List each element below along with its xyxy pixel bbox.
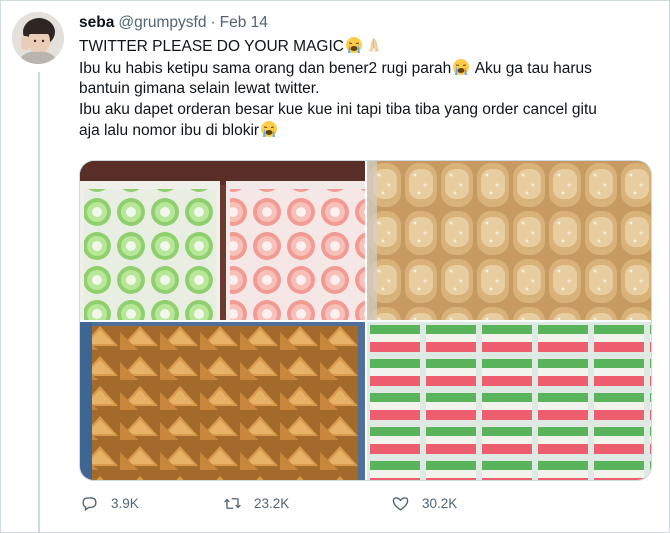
media-grid [79,160,652,481]
separator-dot: · [210,14,216,31]
retweet-icon [224,498,241,509]
sugar-donuts-photo[interactable] [367,161,651,320]
thread-line [38,72,40,533]
retweet-count: 23.2K [254,496,290,511]
layered-kue-lapis-photo[interactable] [367,322,651,480]
tweet-content: seba @grumpysfd · Feb 14 TWITTER PLEASE … [79,13,657,142]
tweet-line-3: bantuin gimana selain lewat twitter. [79,80,320,97]
tweet-line-4: Ibu aku dapet orderan besar kue kue ini … [79,100,597,118]
loudly-crying-face-icon [261,121,278,137]
display-name[interactable]: seba [79,13,114,33]
reply-button[interactable]: 3.9K [80,494,139,513]
like-count: 30.2K [422,496,458,511]
tweet-actions: 3.9K 23.2K 30.2K [79,494,579,518]
retweet-button[interactable]: 23.2K [223,494,289,513]
heart-icon [392,497,409,511]
tweet-text: TWITTER PLEASE DO YOUR MAGIC Ibu ku habi… [79,36,657,142]
avatar[interactable] [12,12,64,64]
loudly-crying-face-icon [453,58,470,75]
loudly-crying-face-icon [345,37,362,53]
tweet-line-2b: Aku ga tau harus [471,59,592,77]
reply-count: 3.9K [111,496,139,511]
fried-pastel-photo[interactable] [80,322,365,480]
user-handle[interactable]: @grumpysfd [118,13,206,33]
tweet-date[interactable]: Feb 14 [220,13,268,33]
tweet-line-2a: Ibu ku habis ketipu sama orang dan bener… [79,59,452,77]
tweet-header: seba @grumpysfd · Feb 14 [79,13,657,33]
tweet-line-1: TWITTER PLEASE DO YOUR MAGIC [79,38,344,55]
folded-hands-icon [368,38,379,52]
reply-icon [82,497,97,512]
green-pink-kue-mangkok-photo[interactable] [80,161,365,320]
tweet-line-5: aja lalu nomor ibu di blokir [79,122,260,139]
like-button[interactable]: 30.2K [391,494,457,513]
